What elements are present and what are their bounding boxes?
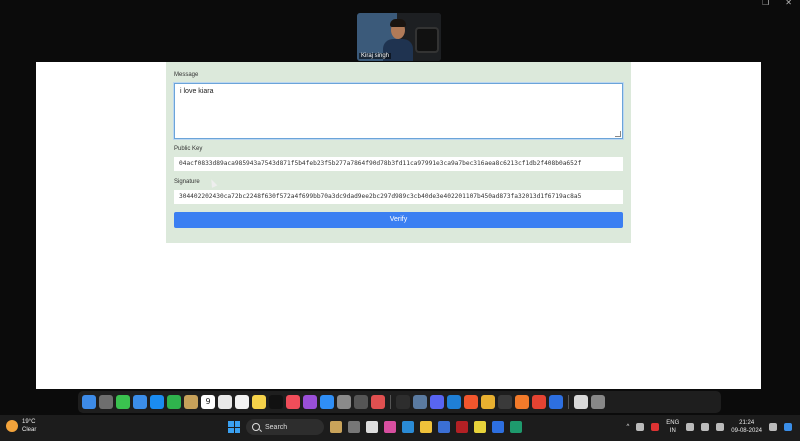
windows-start-icon[interactable]: [228, 421, 240, 433]
verify-button[interactable]: Verify: [174, 212, 623, 228]
video-tile: Kiraj singh: [357, 13, 441, 61]
message-value: i love kiara: [180, 88, 214, 95]
public-key-input[interactable]: 04acf0833d89aca985943a7543d871f5b4feb23f…: [174, 157, 623, 171]
wifi-icon[interactable]: [686, 423, 695, 431]
trash-icon[interactable]: [591, 395, 605, 409]
signature-label: Signature: [174, 179, 200, 185]
system-icon[interactable]: [354, 395, 368, 409]
launchpad-icon[interactable]: [99, 395, 113, 409]
podcasts-icon[interactable]: [303, 395, 317, 409]
file-explorer-icon[interactable]: [420, 421, 432, 433]
todoist-icon[interactable]: [532, 395, 546, 409]
zoom-icon[interactable]: [549, 395, 563, 409]
dock-separator: [390, 395, 391, 409]
verify-form-card: Message i love kiara Public Key 04acf083…: [166, 62, 631, 243]
network-icon[interactable]: [413, 395, 427, 409]
temperature: 19°C: [22, 419, 36, 425]
restore-icon[interactable]: ❐: [762, 0, 769, 8]
chrome-icon[interactable]: [481, 395, 495, 409]
zoom-taskbar-icon[interactable]: [492, 421, 504, 433]
facetime-icon[interactable]: [167, 395, 181, 409]
copilot-icon[interactable]: [784, 423, 792, 431]
participant-hair: [390, 19, 406, 27]
resize-handle-icon[interactable]: [615, 131, 621, 137]
notes-yellow-icon[interactable]: [252, 395, 266, 409]
chevron-up-icon[interactable]: ^: [626, 424, 629, 430]
task-view-icon[interactable]: [348, 421, 360, 433]
weather-condition: Clear: [22, 427, 37, 433]
background-object: [415, 27, 439, 53]
message-textarea[interactable]: i love kiara: [174, 83, 623, 139]
browser-page: Message i love kiara Public Key 04acf083…: [36, 62, 761, 389]
notification-bell-icon[interactable]: [769, 423, 777, 431]
language-indicator[interactable]: ENG IN: [666, 419, 679, 435]
window-controls: ❐ ✕: [762, 0, 792, 8]
clock[interactable]: 21:24 09-08-2024: [731, 419, 762, 435]
appletv-icon[interactable]: [269, 395, 283, 409]
mcafee-icon[interactable]: [456, 421, 468, 433]
finder-icon[interactable]: [82, 395, 96, 409]
time: 21:24: [739, 420, 755, 426]
mac-dock: 9: [78, 391, 721, 413]
volume-icon[interactable]: [701, 423, 710, 431]
date: 09-08-2024: [731, 428, 762, 434]
discord-icon[interactable]: [430, 395, 444, 409]
close-icon[interactable]: ✕: [785, 0, 792, 8]
signature-input[interactable]: 304402202430ca72bc2248f630f572a4f699bb70…: [174, 190, 623, 204]
widget-icon[interactable]: [330, 421, 342, 433]
public-key-label: Public Key: [174, 146, 203, 152]
antivirus-icon[interactable]: [651, 423, 660, 431]
mail-icon[interactable]: [133, 395, 147, 409]
photos-icon[interactable]: [218, 395, 232, 409]
calendar-icon[interactable]: 9: [201, 395, 215, 409]
notes-icon[interactable]: [184, 395, 198, 409]
music-icon[interactable]: [286, 395, 300, 409]
system-tray: ^ ENG IN 21:24 09-08-2024: [626, 419, 792, 435]
taskbar-search[interactable]: Search: [246, 419, 324, 435]
safari-icon[interactable]: [150, 395, 164, 409]
weather-icon: [6, 420, 18, 432]
vscode-icon[interactable]: [447, 395, 461, 409]
lang-top: ENG: [666, 420, 680, 426]
instagram-icon[interactable]: [384, 421, 396, 433]
participant-name: Kiraj singh: [359, 53, 392, 59]
search-icon: [252, 423, 260, 431]
sublime-icon[interactable]: [515, 395, 529, 409]
message-label: Message: [174, 72, 199, 78]
dock-separator: [568, 395, 569, 409]
lang-bottom: IN: [669, 428, 676, 434]
taskbar-center: Search: [228, 419, 522, 435]
windows-taskbar: 19°C Clear Search ^ ENG IN 21:24 09-08-2…: [0, 415, 800, 441]
reminders-icon[interactable]: [235, 395, 249, 409]
appstore-icon[interactable]: [320, 395, 334, 409]
search-label: Search: [265, 423, 288, 431]
brave-icon[interactable]: [464, 395, 478, 409]
finder-window-icon[interactable]: [574, 395, 588, 409]
weather-widget[interactable]: 19°C Clear: [6, 418, 36, 434]
file-icon[interactable]: [366, 421, 378, 433]
store-icon[interactable]: [438, 421, 450, 433]
pinta-icon[interactable]: [498, 395, 512, 409]
battery-icon[interactable]: [716, 423, 725, 431]
terminal-icon[interactable]: [396, 395, 410, 409]
vscode-taskbar-icon[interactable]: [510, 421, 522, 433]
edge-icon[interactable]: [402, 421, 414, 433]
settings-icon[interactable]: [337, 395, 351, 409]
preview-icon[interactable]: [371, 395, 385, 409]
messages-icon[interactable]: [116, 395, 130, 409]
sticky-notes-icon[interactable]: [474, 421, 486, 433]
cloud-icon[interactable]: [636, 423, 645, 431]
